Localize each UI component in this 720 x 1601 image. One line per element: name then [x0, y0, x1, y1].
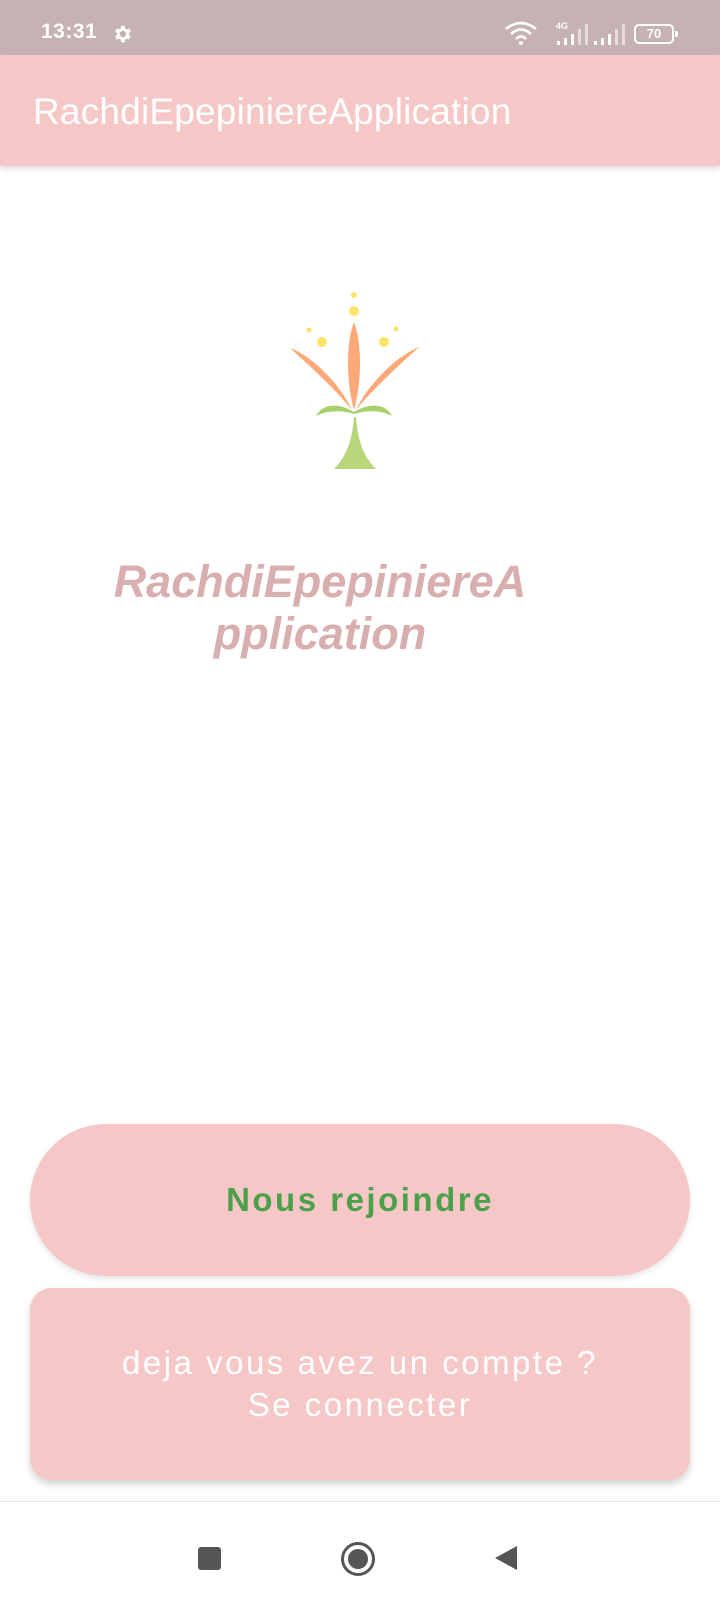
gear-icon	[115, 25, 131, 43]
plant-logo-icon	[290, 292, 419, 469]
battery-tip	[675, 31, 678, 37]
back-icon[interactable]	[493, 1544, 519, 1572]
battery-icon: 70	[634, 24, 674, 44]
wifi-icon	[505, 21, 537, 45]
network-label: 4G	[556, 21, 568, 31]
status-bar: 13:31 4G 70	[0, 0, 720, 55]
signal-icon	[594, 24, 625, 45]
login-button[interactable]: deja vous avez un compte ? Se connecter	[30, 1288, 690, 1480]
navigation-bar	[0, 1501, 720, 1601]
join-button-label: Nous rejoindre	[226, 1181, 494, 1218]
join-button[interactable]: Nous rejoindre	[30, 1124, 690, 1276]
app-name-heading: RachdiEpepiniereApplication	[113, 556, 527, 659]
signal-4g-icon: 4G	[556, 21, 588, 45]
recents-icon[interactable]	[198, 1547, 221, 1570]
home-icon[interactable]	[341, 1542, 375, 1576]
login-button-label: deja vous avez un compte ? Se connecter	[122, 1344, 598, 1423]
app-bar-title: RachdiEpepiniereApplication	[33, 91, 512, 132]
status-time: 13:31	[41, 20, 98, 43]
battery-level: 70	[646, 26, 662, 41]
app-bar: RachdiEpepiniereApplication	[0, 55, 720, 166]
